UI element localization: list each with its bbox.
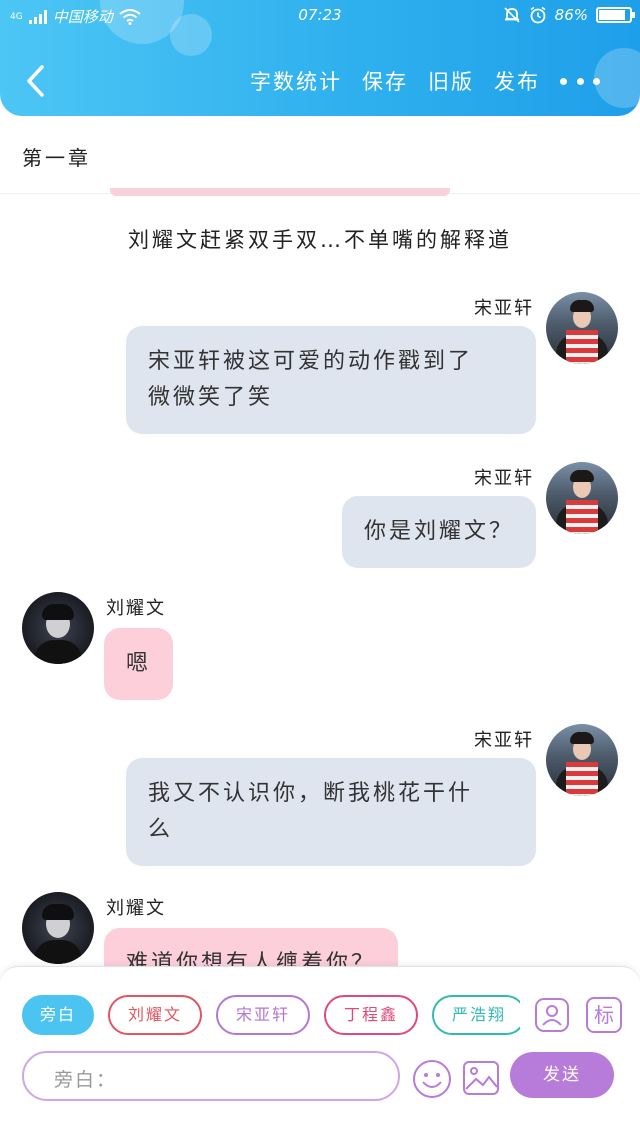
role-chip-song-yaxuan[interactable]: 宋亚轩: [216, 995, 310, 1035]
old-version-button[interactable]: 旧版: [428, 66, 474, 96]
chapter-bar: 第一章: [0, 116, 640, 194]
speaker-name: 宋亚轩: [474, 298, 534, 319]
back-chevron-icon[interactable]: [24, 64, 46, 98]
message-bubble[interactable]: 嗯: [104, 628, 174, 700]
composer-panel: 旁白 刘耀文 宋亚轩 丁程鑫 严浩翔 标 旁白： 发送: [0, 966, 640, 1138]
avatar-liu-yaowen[interactable]: [22, 892, 94, 964]
role-chip-ding-chengxin[interactable]: 丁程鑫: [324, 995, 418, 1035]
bell-mute-icon: [504, 7, 520, 23]
role-selector: 旁白 刘耀文 宋亚轩 丁程鑫 严浩翔: [22, 995, 520, 1037]
message-bubble[interactable]: 你是刘耀文？: [341, 496, 536, 568]
chapter-title[interactable]: 第一章: [22, 142, 91, 171]
message-line: 我又不认识你，断我桃花干什: [148, 781, 474, 806]
message-line: 嗯: [126, 651, 152, 676]
speaker-name: 刘耀文: [106, 898, 166, 919]
image-icon[interactable]: [462, 1059, 500, 1097]
mark-icon[interactable]: 标: [586, 997, 622, 1033]
message-bubble[interactable]: 我又不认识你，断我桃花干什 么: [126, 758, 536, 866]
character-manage-icon[interactable]: [534, 997, 570, 1033]
message-line: 微微笑了笑: [148, 385, 274, 410]
battery-percent: 86%: [554, 6, 588, 24]
role-chip-liu-yaowen[interactable]: 刘耀文: [108, 995, 202, 1035]
speaker-name: 刘耀文: [106, 598, 166, 619]
message-line: 么: [148, 817, 174, 842]
word-count-button[interactable]: 字数统计: [250, 66, 342, 96]
battery-level: [599, 10, 625, 20]
input-placeholder: 旁白：: [54, 1069, 118, 1091]
emoji-icon[interactable]: [412, 1059, 452, 1099]
send-button[interactable]: 发送: [510, 1052, 614, 1098]
more-dots-icon[interactable]: [560, 66, 600, 96]
speaker-name: 宋亚轩: [474, 468, 534, 489]
message-input[interactable]: 旁白：: [22, 1051, 400, 1101]
header-toolbar: 字数统计 保存 旧版 发布: [250, 66, 640, 96]
speaker-name: 宋亚轩: [474, 730, 534, 751]
narration-text[interactable]: 刘耀文赶紧双手双…不单嘴的解释道: [0, 224, 640, 254]
avatar-song-yaxuan[interactable]: [546, 724, 618, 796]
message-line: 宋亚轩被这可爱的动作戳到了: [148, 349, 474, 374]
role-chip-yan-haoxiang[interactable]: 严浩翔: [432, 995, 520, 1035]
role-chip-narrator[interactable]: 旁白: [22, 995, 94, 1035]
app-header: 4G 中国移动 07:23 86% 字数统计 保存 旧版 发布: [0, 0, 640, 116]
message-line: 你是刘耀文？: [363, 519, 514, 544]
avatar-liu-yaowen[interactable]: [22, 592, 94, 664]
battery-icon: [596, 7, 635, 23]
alarm-icon: [530, 6, 546, 24]
save-button[interactable]: 保存: [362, 66, 408, 96]
message-bubble[interactable]: 宋亚轩被这可爱的动作戳到了 微微笑了笑: [126, 326, 536, 434]
avatar-song-yaxuan[interactable]: [546, 292, 618, 364]
avatar-song-yaxuan[interactable]: [546, 462, 618, 534]
publish-button[interactable]: 发布: [494, 66, 540, 96]
previous-bubble-edge: [110, 188, 450, 196]
status-bar: 4G 中国移动 07:23 86%: [0, 4, 640, 28]
